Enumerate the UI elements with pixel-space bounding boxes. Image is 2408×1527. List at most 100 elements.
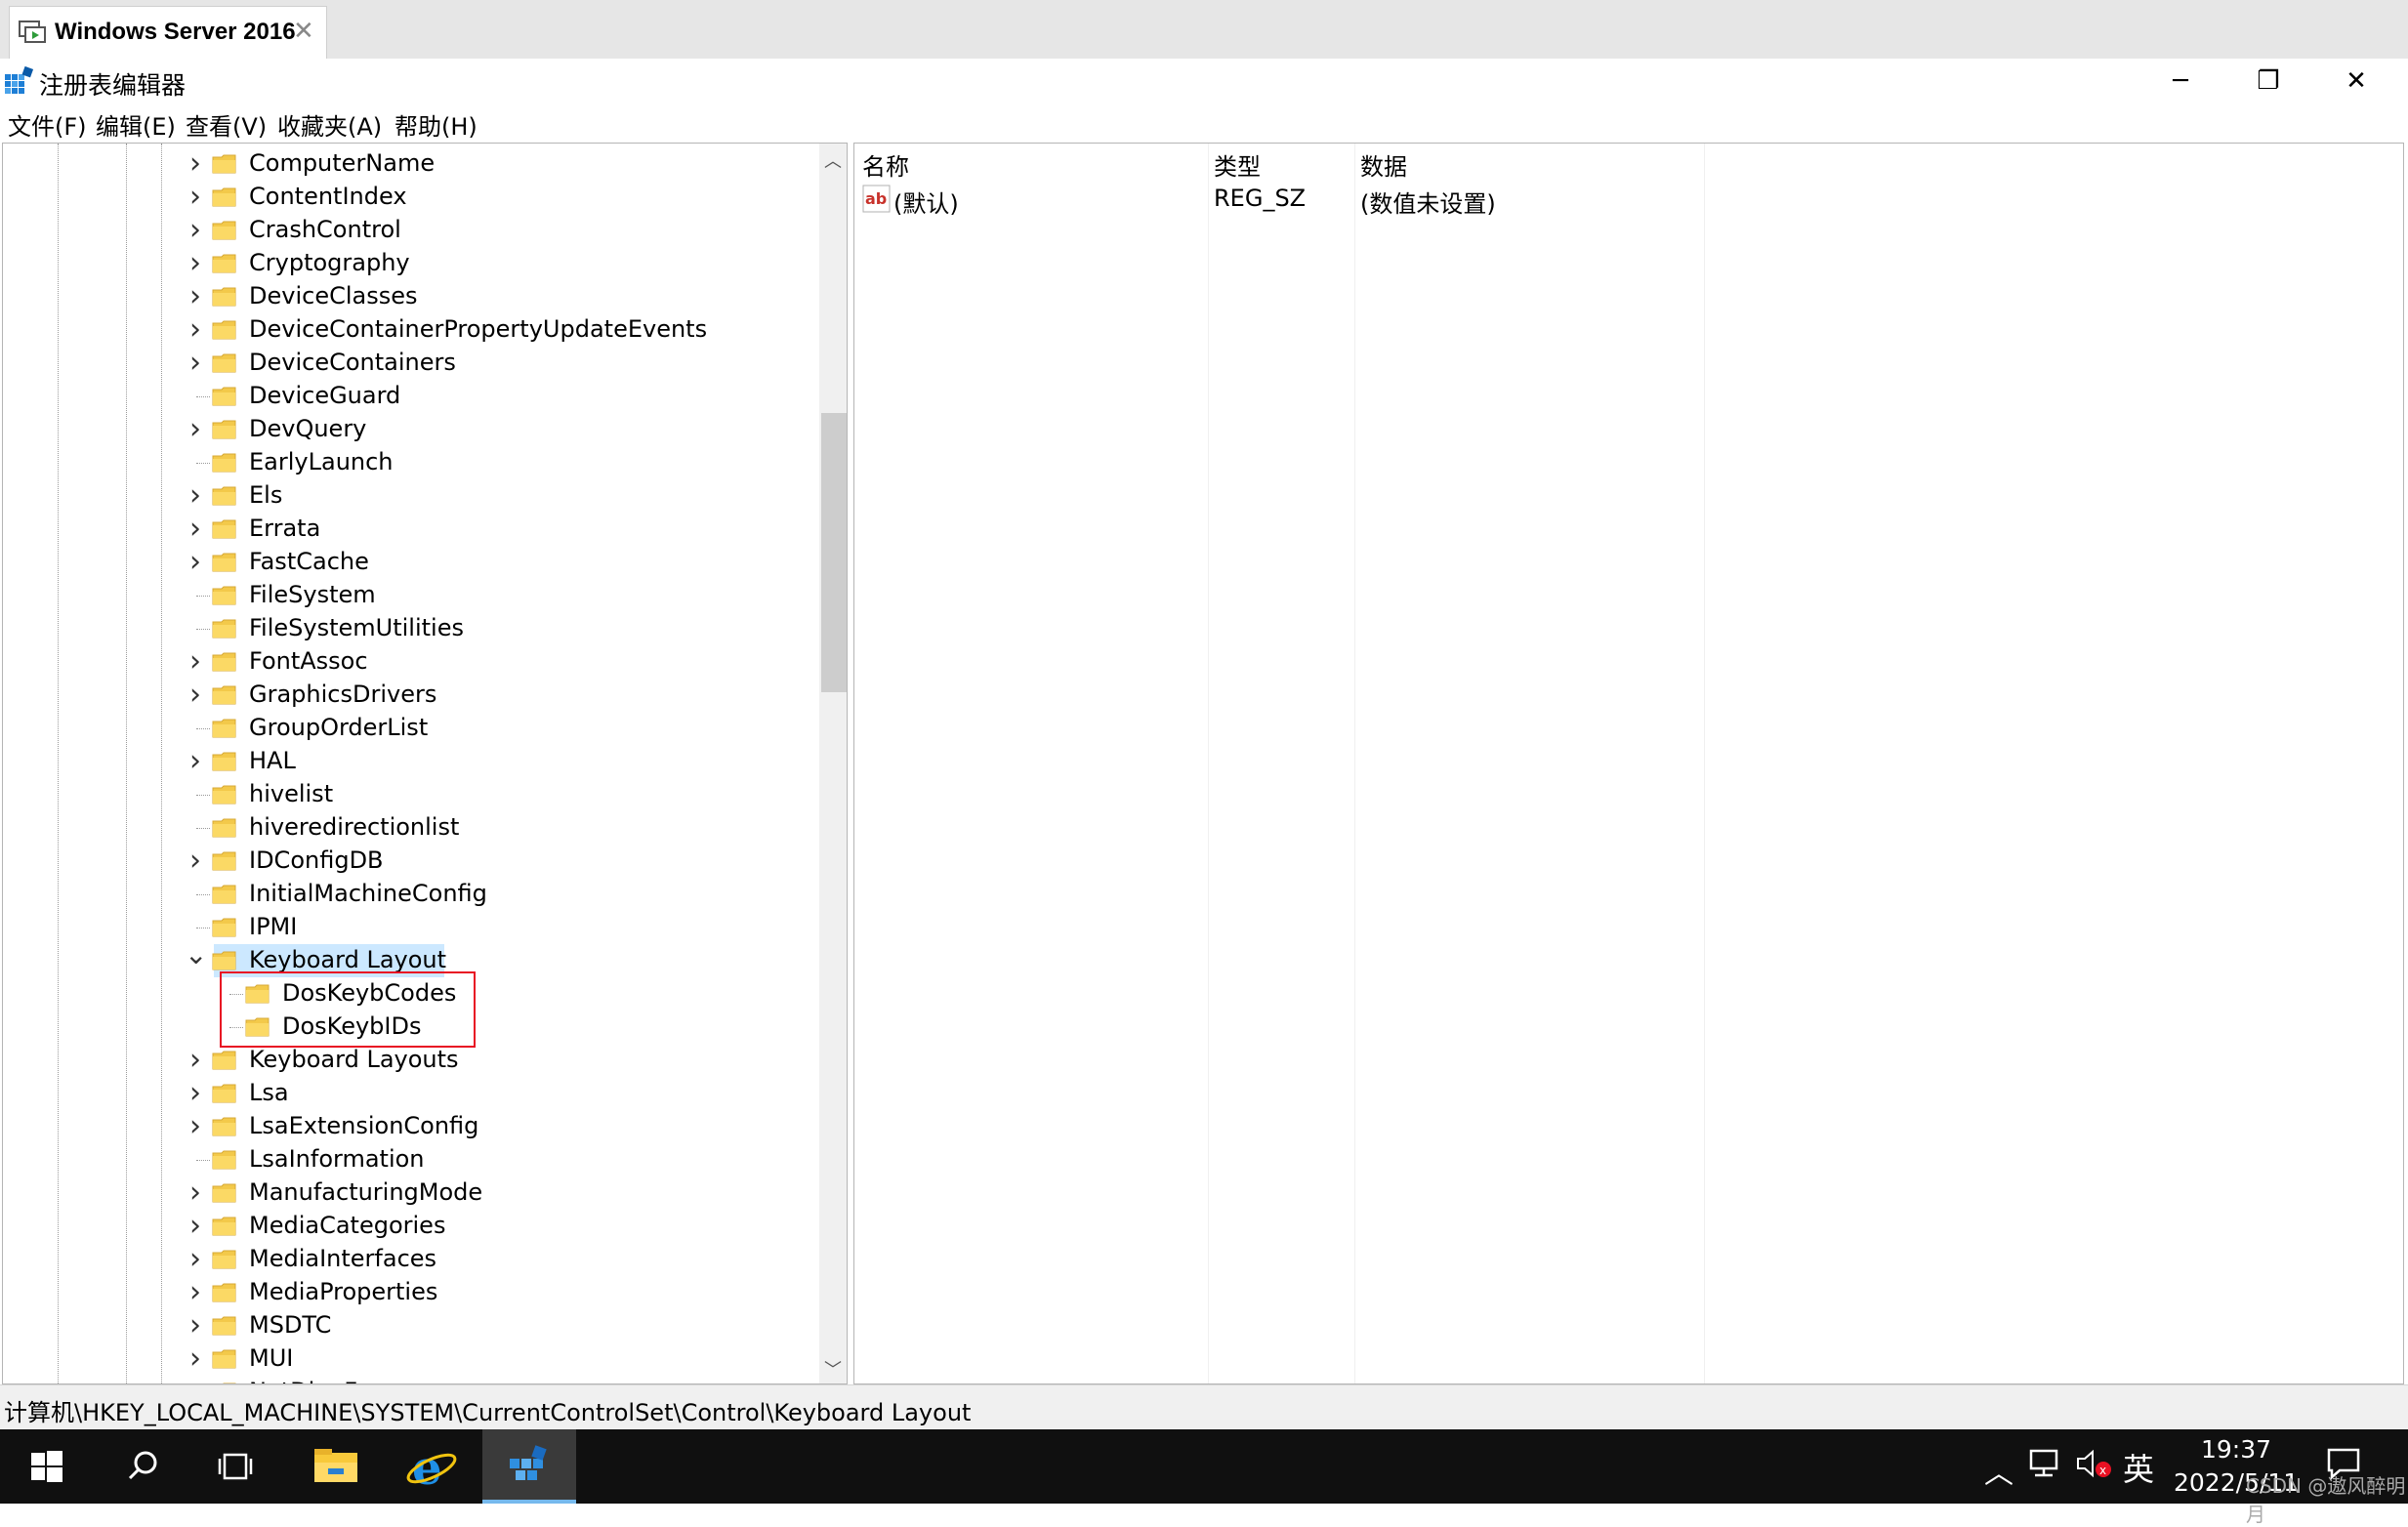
tree-node[interactable]: › ContentIndex xyxy=(3,181,813,214)
expand-chevron-icon[interactable]: › xyxy=(185,846,206,876)
expand-chevron-icon[interactable]: › xyxy=(185,548,206,577)
tree-node[interactable]: › FastCache xyxy=(3,546,813,579)
collapse-chevron-icon[interactable]: ⌄ xyxy=(185,940,207,970)
expand-chevron-icon[interactable]: › xyxy=(185,282,206,311)
expand-chevron-icon[interactable]: › xyxy=(185,681,206,710)
expand-chevron-icon[interactable]: › xyxy=(185,481,206,511)
tree-node[interactable]: › Lsa xyxy=(3,1077,813,1110)
restore-button[interactable]: ❐ xyxy=(2224,59,2312,103)
tree-node[interactable]: › DevQuery xyxy=(3,413,813,446)
scrollbar-thumb[interactable] xyxy=(821,413,847,692)
tree-node[interactable]: hivelist xyxy=(3,778,813,811)
registry-values-list[interactable]: 名称 类型 数据 ab (默认) REG_SZ (数值未设置) xyxy=(853,143,2404,1384)
tree-node[interactable]: › DeviceContainerPropertyUpdateEvents xyxy=(3,313,813,347)
tree-node[interactable]: › ComputerName xyxy=(3,147,813,181)
tree-node[interactable]: › DeviceContainers xyxy=(3,347,813,380)
tree-node[interactable]: FileSystem xyxy=(3,579,813,612)
task-view-button[interactable] xyxy=(189,1429,283,1504)
expand-chevron-icon[interactable]: › xyxy=(185,315,206,345)
tree-node[interactable]: › LsaExtensionConfig xyxy=(3,1110,813,1143)
tree-node[interactable]: › Els xyxy=(3,479,813,513)
scroll-up-arrow-icon[interactable]: ︿ xyxy=(819,147,847,172)
tree-node[interactable]: › Cryptography xyxy=(3,247,813,280)
tree-node-label: GroupOrderList xyxy=(249,714,429,741)
registry-editor-taskbar-button[interactable] xyxy=(482,1429,576,1504)
expand-chevron-icon[interactable]: › xyxy=(185,1311,206,1341)
expand-chevron-icon[interactable]: › xyxy=(185,1046,206,1075)
tree-node-label: EarlyLaunch xyxy=(249,448,394,475)
tree-node[interactable]: › IDConfigDB xyxy=(3,845,813,878)
tree-node[interactable]: › GraphicsDrivers xyxy=(3,679,813,712)
column-header-name[interactable]: 名称 xyxy=(862,147,909,182)
column-header-data[interactable]: 数据 xyxy=(1360,147,1407,182)
registry-editor-icon xyxy=(4,65,35,95)
tree-node[interactable]: › MediaCategories xyxy=(3,1210,813,1243)
network-icon[interactable] xyxy=(2029,1449,2062,1486)
tree-node[interactable]: hiveredirectionlist xyxy=(3,811,813,845)
expand-chevron-icon[interactable]: › xyxy=(185,1378,206,1384)
action-center-icon[interactable] xyxy=(2326,1447,2361,1488)
tree-node[interactable]: DeviceGuard xyxy=(3,380,813,413)
tree-node-label: hivelist xyxy=(249,780,334,807)
tree-node[interactable]: FileSystemUtilities xyxy=(3,612,813,645)
vm-tab[interactable]: Windows Server 2016 ✕ xyxy=(9,6,327,59)
tree-node[interactable]: › FontAssoc xyxy=(3,645,813,679)
scroll-down-arrow-icon[interactable]: ﹀ xyxy=(819,1356,847,1381)
tree-node[interactable]: › DeviceClasses xyxy=(3,280,813,313)
folder-icon xyxy=(212,950,237,971)
expand-chevron-icon[interactable]: › xyxy=(185,1278,206,1307)
expand-chevron-icon[interactable]: › xyxy=(185,1212,206,1241)
expand-chevron-icon[interactable]: › xyxy=(185,249,206,278)
tree-node[interactable]: LsaInformation xyxy=(3,1143,813,1176)
expand-chevron-icon[interactable]: › xyxy=(185,415,206,444)
tree-node-label: ManufacturingMode xyxy=(249,1178,483,1206)
tree-node[interactable]: › MUI xyxy=(3,1342,813,1376)
expand-chevron-icon[interactable]: › xyxy=(185,349,206,378)
show-hidden-icons-chevron-icon[interactable]: ︿ xyxy=(1984,1449,2014,1492)
tree-scrollbar[interactable]: ︿ ﹀ xyxy=(819,144,847,1383)
ime-language-indicator[interactable]: 英 xyxy=(2123,1445,2154,1490)
tree-node[interactable]: InitialMachineConfig xyxy=(3,878,813,911)
column-header-type[interactable]: 类型 xyxy=(1214,147,1261,182)
tree-node[interactable]: › MSDTC xyxy=(3,1309,813,1342)
volume-muted-icon[interactable]: x xyxy=(2076,1449,2113,1486)
expand-chevron-icon[interactable]: › xyxy=(185,1344,206,1374)
expand-chevron-icon[interactable]: › xyxy=(185,149,206,179)
expand-chevron-icon[interactable]: › xyxy=(185,515,206,544)
menu-file[interactable]: 文件(F) xyxy=(8,107,87,142)
menu-favorites[interactable]: 收藏夹(A) xyxy=(277,107,382,142)
menu-help[interactable]: 帮助(H) xyxy=(394,107,477,142)
expand-chevron-icon[interactable]: › xyxy=(185,183,206,212)
tree-node[interactable]: › NetDiagFx xyxy=(3,1376,813,1384)
file-explorer-button[interactable] xyxy=(289,1429,383,1504)
minimize-button[interactable]: ─ xyxy=(2137,59,2224,103)
internet-explorer-button[interactable]: e xyxy=(385,1429,478,1504)
tree-connector xyxy=(196,928,210,929)
tree-node[interactable]: › MediaProperties xyxy=(3,1276,813,1309)
menu-edit[interactable]: 编辑(E) xyxy=(96,107,176,142)
tree-node[interactable]: IPMI xyxy=(3,911,813,944)
tree-node[interactable]: EarlyLaunch xyxy=(3,446,813,479)
expand-chevron-icon[interactable]: › xyxy=(185,1079,206,1108)
expand-chevron-icon[interactable]: › xyxy=(185,1245,206,1274)
tree-node[interactable]: › MediaInterfaces xyxy=(3,1243,813,1276)
expand-chevron-icon[interactable]: › xyxy=(185,747,206,776)
search-button[interactable] xyxy=(96,1429,189,1504)
vm-tab-close-icon[interactable]: ✕ xyxy=(293,17,314,46)
start-button[interactable] xyxy=(0,1429,94,1504)
clock-time[interactable]: 19:37 xyxy=(2201,1435,2271,1464)
menu-view[interactable]: 查看(V) xyxy=(186,107,267,142)
folder-icon xyxy=(212,485,237,507)
expand-chevron-icon[interactable]: › xyxy=(185,1178,206,1208)
tree-node[interactable]: › CrashControl xyxy=(3,214,813,247)
tree-node[interactable]: › Keyboard Layouts xyxy=(3,1044,813,1077)
registry-tree[interactable]: › ComputerName › ContentIndex › CrashControl ›… xyxy=(2,143,848,1384)
close-button[interactable]: ✕ xyxy=(2312,59,2400,103)
expand-chevron-icon[interactable]: › xyxy=(185,1112,206,1141)
expand-chevron-icon[interactable]: › xyxy=(185,647,206,677)
tree-node[interactable]: GroupOrderList xyxy=(3,712,813,745)
expand-chevron-icon[interactable]: › xyxy=(185,216,206,245)
tree-node[interactable]: › ManufacturingMode xyxy=(3,1176,813,1210)
tree-node[interactable]: › HAL xyxy=(3,745,813,778)
tree-node[interactable]: › Errata xyxy=(3,513,813,546)
